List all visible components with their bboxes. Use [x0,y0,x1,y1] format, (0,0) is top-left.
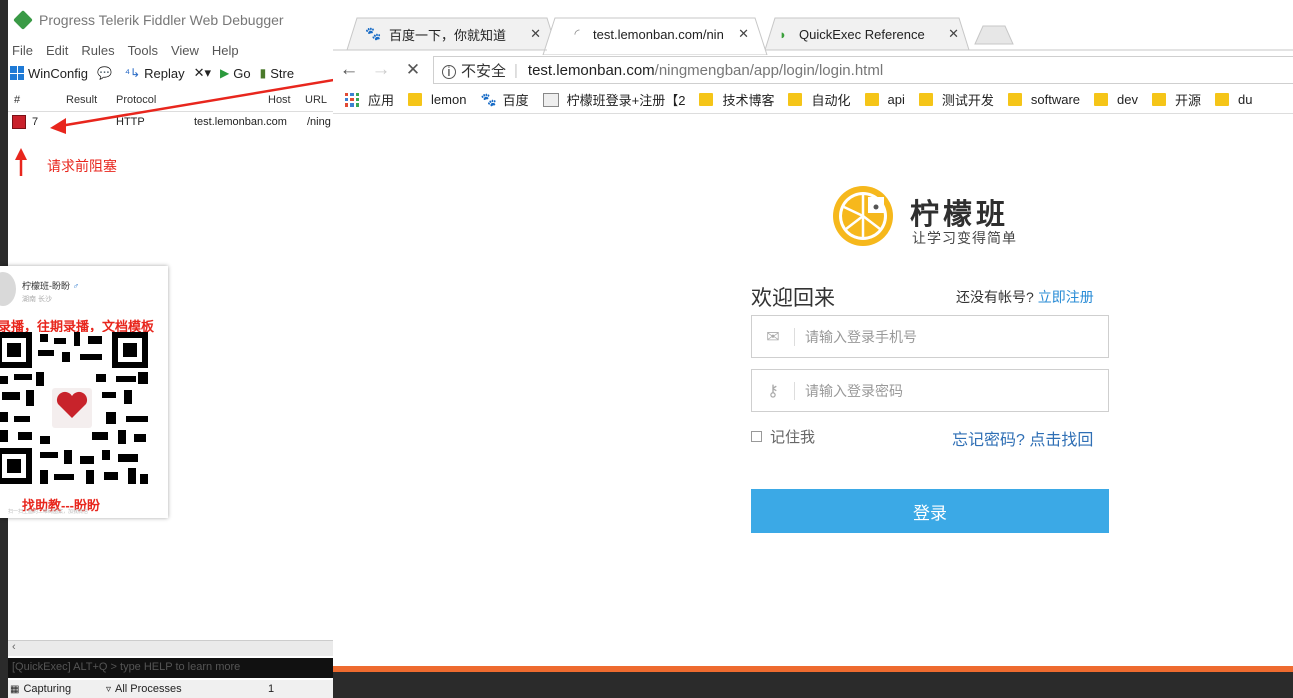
navigation-bar: ← → ✕ i 不安全 | test.lemonban.com /ningmeng… [333,55,1293,85]
folder-icon [1094,93,1109,106]
bookmark-test-dev[interactable]: 测试开发 [918,90,994,109]
avatar [0,272,16,306]
bookmark-dev[interactable]: dev [1094,92,1138,107]
stop-loading-button[interactable]: ✕ [397,60,429,80]
login-button[interactable]: 登录 [751,489,1109,533]
tab-close-icon[interactable]: ✕ [738,26,749,42]
url-host: test.lemonban.com [527,61,655,79]
remember-checkbox[interactable] [751,431,762,442]
url-path: /ningmengban/app/login/login.html [654,61,884,79]
register-link[interactable]: 立即注册 [1038,289,1094,305]
bookmark-open-source[interactable]: 开源 [1151,90,1201,109]
bookmark-api[interactable]: api [864,92,905,107]
tab-quickexec[interactable]: ◗ QuickExec Reference ✕ [765,18,969,50]
back-button[interactable]: ← [333,59,365,81]
tab-lemonban-login[interactable]: ◜ test.lemonban.com/nin ✕ [559,18,759,50]
bookmark-tech-blog[interactable]: 技术博客 [699,90,774,109]
info-icon: i [442,64,456,79]
bookmarks-bar: 应用 lemon 🐾 百度 柠檬班登录+注册【2 技术博客 自动化 api 测试开… [333,86,1293,114]
bookmark-software[interactable]: software [1007,92,1080,107]
qr-code-image [0,332,148,484]
tab-baidu[interactable]: 🐾 百度一下，你就知道 ✕ [355,18,551,50]
loading-spinner-icon: ◜ [574,26,580,41]
password-field[interactable]: ⚷ [751,369,1109,412]
forward-button[interactable]: → [365,59,397,81]
annotation-up-arrowhead [15,148,27,160]
address-bar[interactable]: i 不安全 | test.lemonban.com /ningmengban/ap… [433,56,1293,84]
brand-name: 柠檬班 [910,199,1010,231]
tab-close-icon[interactable]: ✕ [530,26,541,42]
phone-input[interactable] [805,328,1095,345]
page-footer [333,672,1293,698]
bookmark-du[interactable]: du [1215,92,1252,107]
folder-icon [1007,93,1022,106]
envelope-icon: ✉ [766,328,780,346]
no-account-prompt: 还没有帐号? 立即注册 [956,289,1094,305]
chrome-window: 🐾 百度一下，你就知道 ✕ ◜ test.lemonban.com/nin ✕ … [333,0,1293,698]
folder-icon [408,93,423,106]
image-icon [542,92,559,107]
qr-hint-text: 扫一扫上面的二维码图案，加我微信 [8,509,89,515]
contact-name: 柠檬班-盼盼 ♂ [22,281,80,291]
folder-icon [699,93,714,106]
bookmark-lemon[interactable]: lemon [408,92,466,107]
tab-close-icon[interactable]: ✕ [948,26,959,42]
bookmark-apps[interactable]: 应用 [345,90,394,109]
bookmark-baidu[interactable]: 🐾 百度 [480,90,528,109]
apps-icon [345,92,359,107]
bookmark-lemonban-login[interactable]: 柠檬班登录+注册【2 [542,90,685,109]
bookmark-automation[interactable]: 自动化 [788,90,851,109]
brand-slogan: 让学习变得简单 [912,230,1017,246]
baidu-paw-icon: 🐾 [480,91,497,107]
folder-icon [788,93,803,106]
security-indicator[interactable]: i 不安全 [442,60,506,81]
folder-icon [918,93,933,106]
folder-icon [864,93,879,106]
phone-field[interactable]: ✉ [751,315,1109,358]
annotation-text: 请求前阻塞 [47,158,117,174]
folder-icon [1215,93,1229,106]
lemon-logo-icon [833,186,893,246]
baidu-paw-icon: 🐾 [365,26,382,41]
welcome-heading: 欢迎回来 [751,287,835,310]
new-tab-button[interactable] [978,26,1010,44]
remember-me[interactable]: 记住我 [751,426,815,447]
contact-location: 湖南 长沙 [22,296,52,303]
key-icon: ⚷ [767,382,779,400]
folder-icon [1151,93,1166,106]
annotation-arrowhead [50,118,66,134]
tab-strip: 🐾 百度一下，你就知道 ✕ ◜ test.lemonban.com/nin ✕ … [333,0,1293,55]
password-input[interactable] [805,382,1095,399]
forgot-password-link[interactable]: 忘记密码? 点击找回 [952,426,1093,450]
login-page: 柠檬班 让学习变得简单 欢迎回来 还没有帐号?立即注册 ✉ ⚷ 记住我 忘记密码… [333,115,1293,668]
quickexec-icon: ◗ [779,26,787,42]
qr-code-card: 柠檬班-盼盼 ♂ 湖南 长沙 录播，往期录播，文档模板 找助教---盼盼 扫一扫… [0,266,168,518]
